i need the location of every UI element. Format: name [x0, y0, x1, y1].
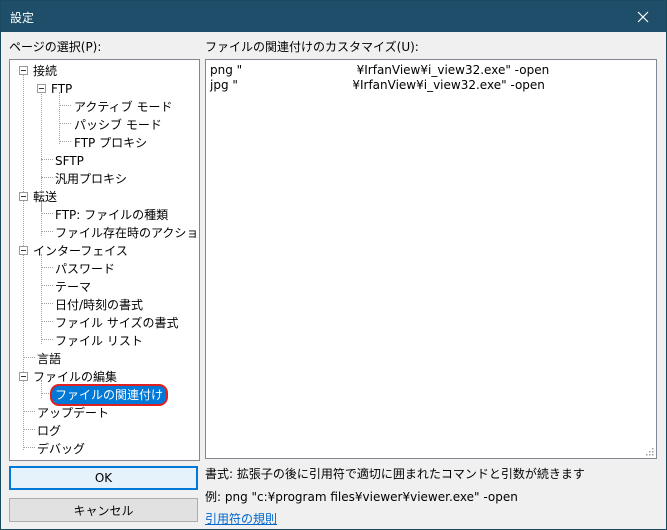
- window-title: 設定: [10, 11, 35, 25]
- tree-line: [41, 285, 53, 286]
- tree-item-debug[interactable]: デバッグ: [35, 440, 87, 458]
- collapse-icon[interactable]: [19, 372, 28, 381]
- tree-line: [59, 141, 71, 142]
- tree-line: [41, 303, 53, 304]
- assoc-textarea[interactable]: png " ¥IrfanView¥i_view32.exe" -open jpg…: [205, 59, 657, 459]
- tree-line: [23, 357, 35, 358]
- tree-line: [23, 429, 35, 430]
- assoc-line-jpg: jpg " ¥IrfanView¥i_view32.exe" -open: [210, 78, 545, 92]
- tree-item-themes[interactable]: テーマ: [53, 278, 93, 296]
- assoc-line-png: png " ¥IrfanView¥i_view32.exe" -open: [210, 63, 550, 77]
- tree-item-transfers[interactable]: 転送: [31, 188, 59, 206]
- settings-window: 設定 ページの選択(P): 接続 FTP アクティブ モード パッシブ モード …: [0, 0, 667, 530]
- page-tree[interactable]: 接続 FTP アクティブ モード パッシブ モード FTP プロキシ SFTP …: [9, 59, 200, 461]
- tree-item-passwords[interactable]: パスワード: [53, 260, 117, 278]
- title-bar: 設定: [1, 1, 666, 32]
- tree-line: [41, 177, 53, 178]
- tree-item-file-associations[interactable]: ファイルの関連付け: [52, 386, 167, 404]
- tree-line: [23, 447, 35, 448]
- tree-item-passive-mode[interactable]: パッシブ モード: [72, 116, 164, 134]
- assoc-label: ファイルの関連付けのカスタマイズ(U):: [205, 40, 419, 54]
- cancel-button[interactable]: キャンセル: [9, 498, 198, 522]
- tree-line: [59, 123, 71, 124]
- tree-item-updates[interactable]: アップデート: [35, 404, 111, 422]
- tree-line: [23, 411, 35, 412]
- tree-item-ftp[interactable]: FTP: [49, 80, 74, 98]
- close-button[interactable]: [620, 1, 666, 32]
- collapse-icon[interactable]: [19, 192, 28, 201]
- tree-line: [41, 231, 53, 232]
- collapse-icon[interactable]: [37, 84, 46, 93]
- example-text: 例: png "c:¥program files¥viewer¥viewer.e…: [205, 490, 518, 504]
- resize-grip-icon[interactable]: [644, 446, 654, 456]
- tree-item-ftp-proxy[interactable]: FTP プロキシ: [72, 134, 149, 152]
- tree-item-file-editing[interactable]: ファイルの編集: [31, 368, 119, 386]
- tree-line: [59, 105, 71, 106]
- tree-line: [41, 339, 53, 340]
- quoting-rules-link[interactable]: 引用符の規則: [205, 510, 277, 527]
- tree-line: [59, 92, 60, 144]
- tree-line: [41, 321, 53, 322]
- tree-line: [41, 267, 53, 268]
- tree-item-file-lists[interactable]: ファイル リスト: [53, 332, 145, 350]
- tree-item-datetime-format[interactable]: 日付/時刻の書式: [53, 296, 145, 314]
- tree-item-logging[interactable]: ログ: [35, 422, 63, 440]
- tree-item-generic-proxy[interactable]: 汎用プロキシ: [53, 170, 129, 188]
- collapse-icon[interactable]: [19, 66, 28, 75]
- tree-item-file-exists-action[interactable]: ファイル存在時のアクション: [53, 224, 199, 242]
- close-icon: [637, 11, 649, 22]
- tree-item-sftp[interactable]: SFTP: [53, 152, 86, 170]
- tree-line: [41, 159, 53, 160]
- tree-item-interface[interactable]: インターフェイス: [31, 242, 130, 260]
- collapse-icon[interactable]: [19, 246, 28, 255]
- tree-item-language[interactable]: 言語: [35, 350, 63, 368]
- page-select-label: ページの選択(P):: [9, 40, 102, 54]
- tree-item-ftp-file-types[interactable]: FTP: ファイルの種類: [53, 206, 170, 224]
- format-text: 書式: 拡張子の後に引用符で適切に囲まれたコマンドと引数が続きます: [205, 467, 585, 481]
- tree-line: [23, 74, 24, 450]
- tree-item-connection[interactable]: 接続: [31, 62, 59, 80]
- tree-item-filesize-format[interactable]: ファイル サイズの書式: [53, 314, 180, 332]
- tree-item-active-mode[interactable]: アクティブ モード: [72, 98, 175, 116]
- ok-button[interactable]: OK: [9, 466, 198, 490]
- tree-line: [41, 213, 53, 214]
